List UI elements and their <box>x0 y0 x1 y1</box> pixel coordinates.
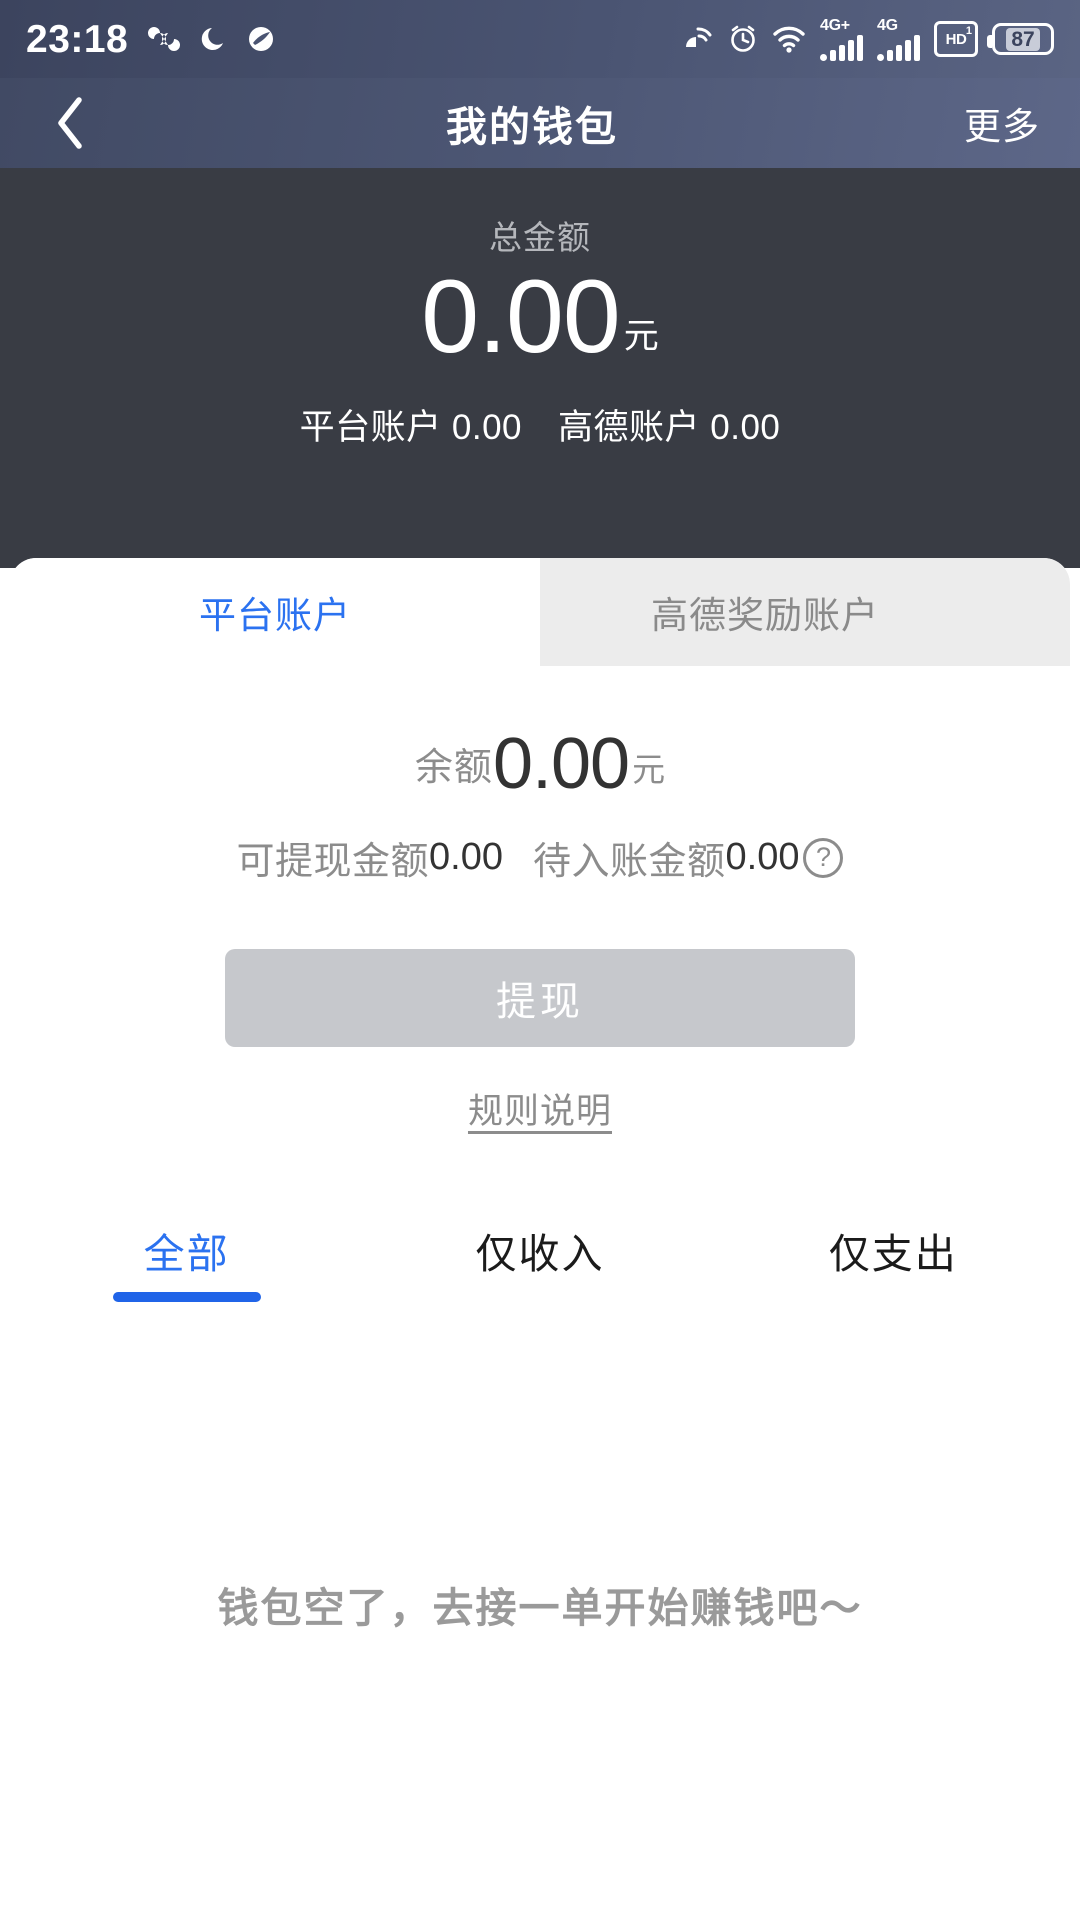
nav-bar: 我的钱包 更多 <box>0 78 1080 168</box>
withdrawable-value: 0.00 <box>429 836 503 879</box>
chevron-left-icon <box>53 95 87 151</box>
tab-gaode-reward-account[interactable]: 高德奖励账户 <box>460 558 1070 666</box>
signal-bars-secondary <box>877 35 920 61</box>
filter-expense-label: 仅支出 <box>829 1231 958 1277</box>
question-mark-icon[interactable]: ? <box>803 838 843 878</box>
total-amount-number: 0.00 <box>421 265 619 369</box>
signal-icon-primary: 4G+ <box>820 18 863 61</box>
filter-all[interactable]: 全部 <box>10 1220 363 1302</box>
gaode-account-summary: 高德账户 0.00 <box>558 399 780 450</box>
balance-amount: 0.00 <box>493 728 629 800</box>
total-amount-unit: 元 <box>624 308 659 369</box>
page-title: 我的钱包 <box>446 93 618 153</box>
mute-bird-icon <box>246 24 276 54</box>
hd-sim-number: 1 <box>966 26 972 38</box>
total-summary-panel: 总金额 0.00 元 平台账户 0.00 高德账户 0.00 <box>0 168 1080 568</box>
wallet-card: 高德奖励账户 平台账户 余额 0.00 元 可提现金额 0.00 待入账金额 0… <box>10 558 1070 1920</box>
filter-income-only[interactable]: 仅收入 <box>363 1220 716 1302</box>
balance-label: 余额 <box>415 736 493 800</box>
infinity-icon <box>144 26 184 52</box>
screencast-icon <box>682 25 714 53</box>
tab-platform-account[interactable]: 平台账户 <box>10 558 540 666</box>
status-bar: 23:18 <box>0 0 1080 78</box>
status-bar-left: 23:18 <box>26 20 276 59</box>
status-bar-right: 4G+ 4G HD 1 87 <box>682 18 1054 61</box>
withdraw-button[interactable]: 提现 <box>225 949 855 1047</box>
rules-link[interactable]: 规则说明 <box>468 1083 612 1134</box>
more-button[interactable]: 更多 <box>964 96 1040 150</box>
hd-label: HD <box>946 32 967 47</box>
network-type-secondary: 4G <box>877 18 898 34</box>
pending-amount: 待入账金额 0.00 ? <box>533 830 843 885</box>
filter-income-label: 仅收入 <box>475 1231 604 1277</box>
total-amount-value: 0.00 元 <box>421 265 658 369</box>
balance-unit: 元 <box>632 743 665 800</box>
transaction-filter-tabs: 全部 仅收入 仅支出 <box>10 1220 1070 1302</box>
status-time: 23:18 <box>26 20 128 59</box>
balance-detail-row: 可提现金额 0.00 待入账金额 0.00 ? <box>10 830 1070 885</box>
balance-row: 余额 0.00 元 <box>10 728 1070 800</box>
wifi-icon <box>772 25 806 53</box>
account-summary-row: 平台账户 0.00 高德账户 0.00 <box>300 399 781 450</box>
signal-icon-secondary: 4G <box>877 18 920 61</box>
moon-icon <box>200 24 230 54</box>
pending-value: 0.00 <box>726 836 800 879</box>
empty-state-message: 钱包空了，去接一单开始赚钱吧～ <box>10 1574 1070 1634</box>
platform-account-summary: 平台账户 0.00 <box>300 399 522 450</box>
total-amount-label: 总金额 <box>489 211 591 259</box>
withdrawable-amount: 可提现金额 0.00 <box>237 830 503 885</box>
alarm-icon <box>728 24 758 54</box>
filter-active-indicator <box>113 1292 261 1302</box>
filter-all-label: 全部 <box>144 1231 230 1277</box>
wallet-screen: 23:18 <box>0 0 1080 1920</box>
battery-icon: 87 <box>992 23 1054 55</box>
back-button[interactable] <box>40 93 100 153</box>
battery-percent: 87 <box>1006 28 1039 51</box>
hd-call-icon: HD 1 <box>934 21 978 57</box>
pending-label: 待入账金额 <box>533 830 726 885</box>
network-type-primary: 4G+ <box>820 18 850 34</box>
signal-bars-primary <box>820 35 863 61</box>
filter-expense-only[interactable]: 仅支出 <box>717 1220 1070 1302</box>
withdrawable-label: 可提现金额 <box>237 830 430 885</box>
account-tab-bar: 高德奖励账户 平台账户 <box>10 558 1070 666</box>
